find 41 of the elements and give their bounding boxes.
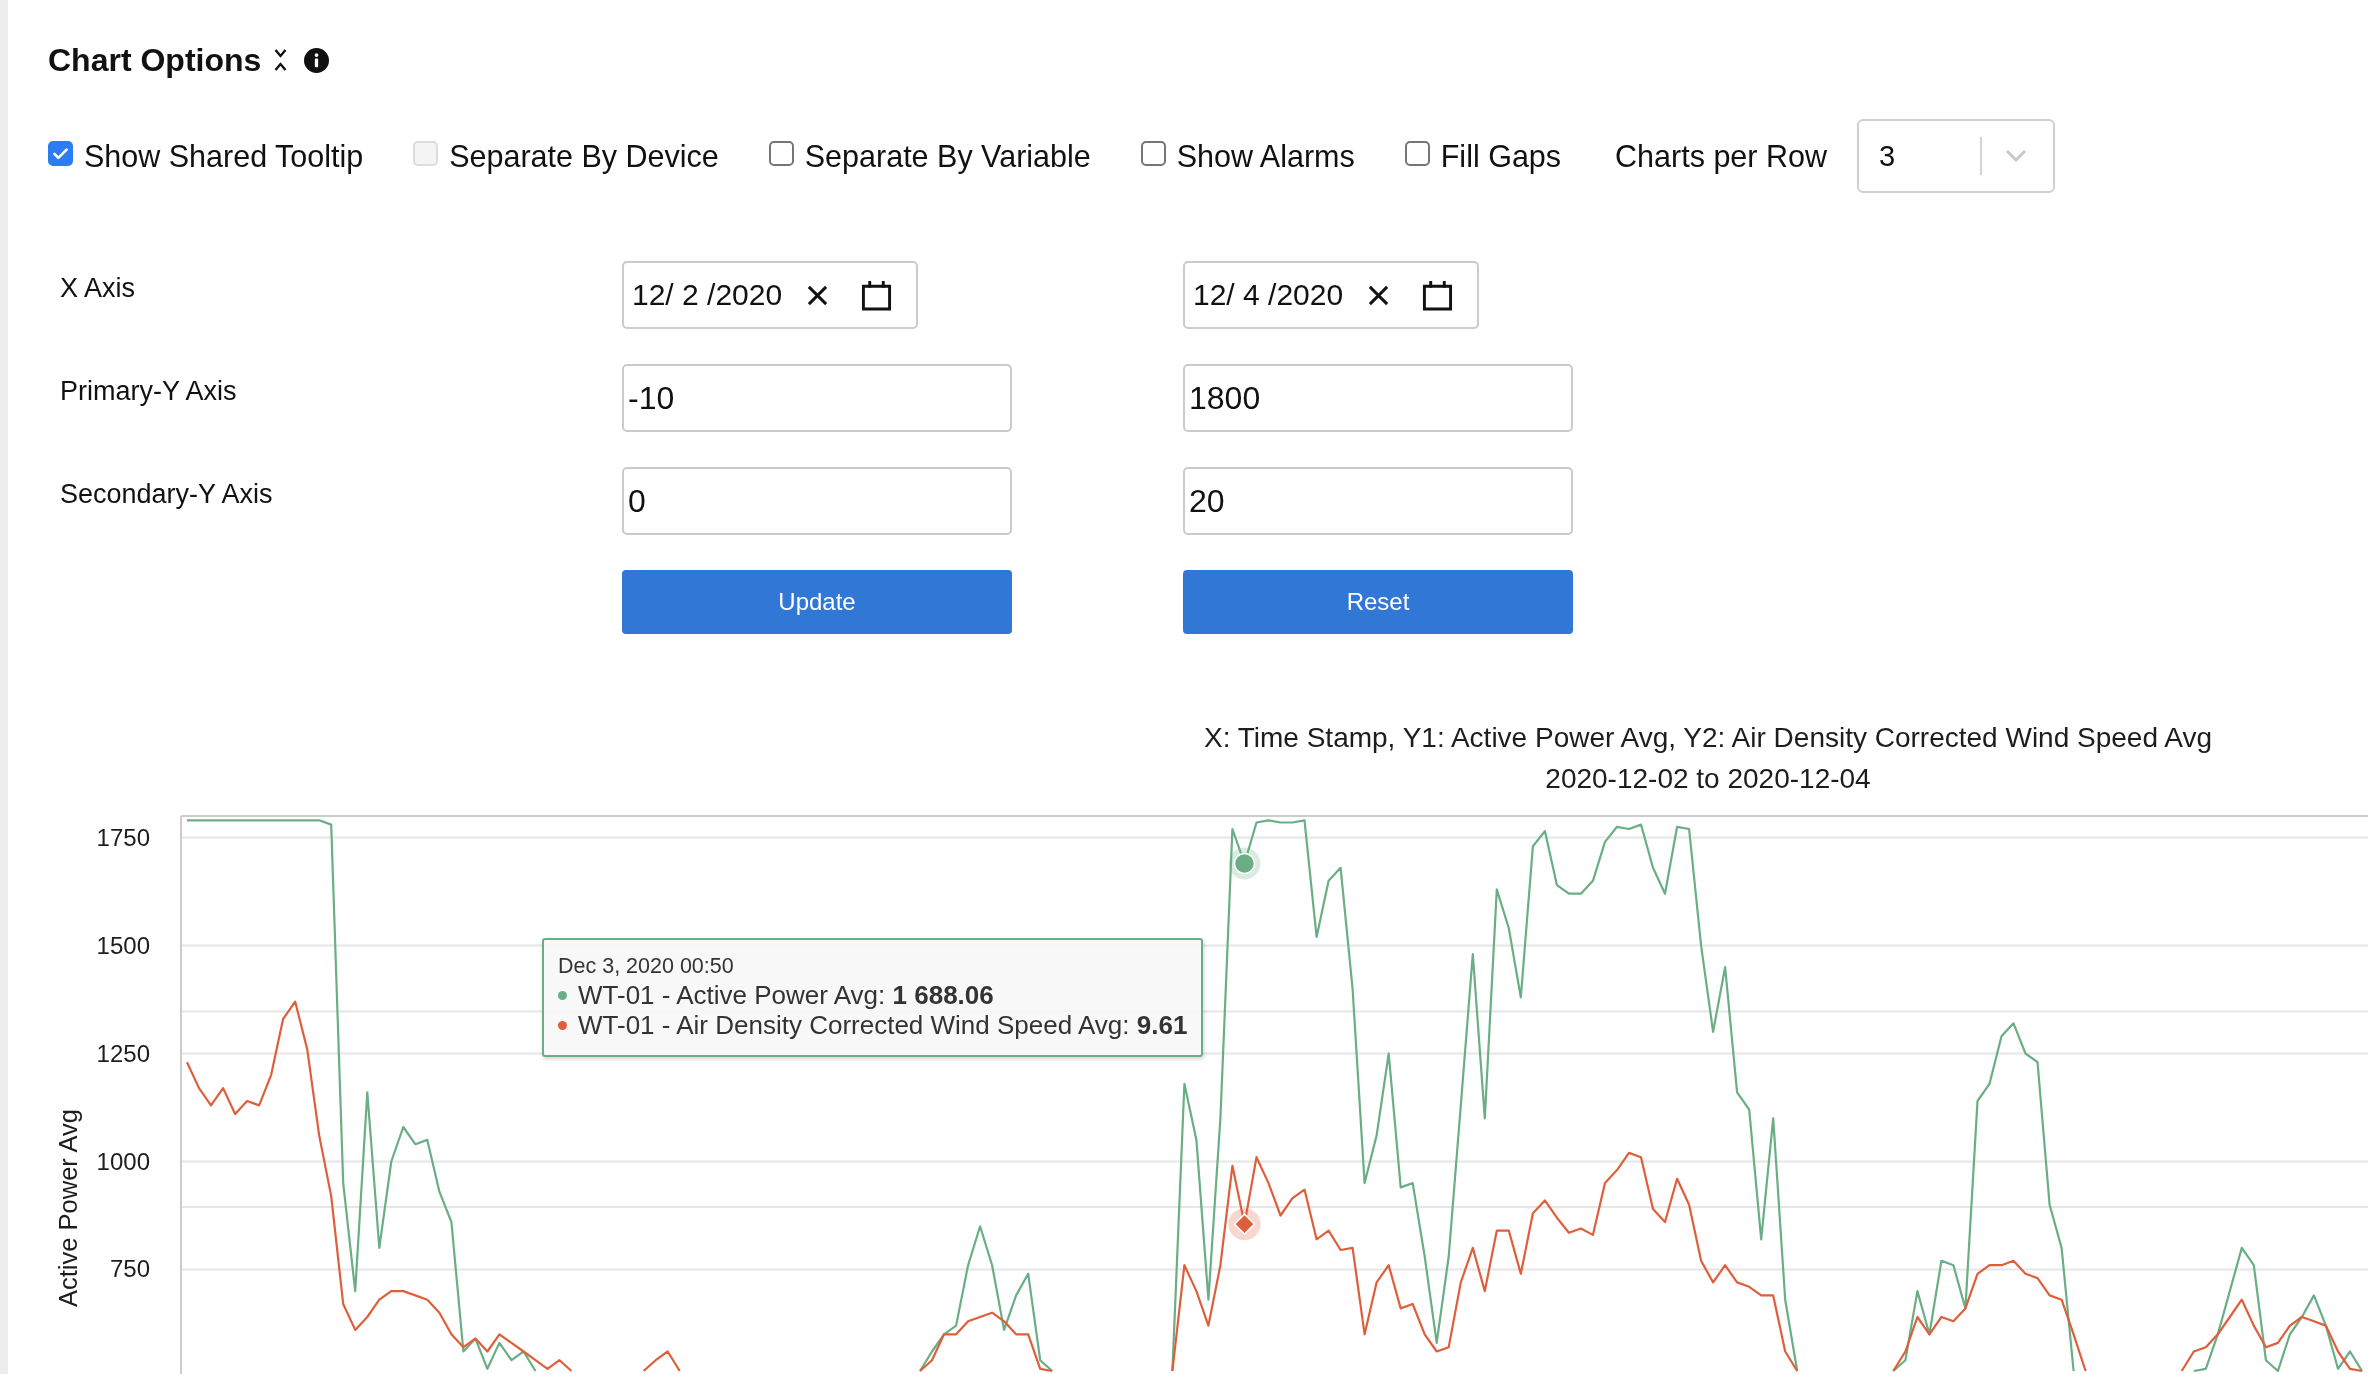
- diamond-marker-icon: [1228, 1208, 1261, 1241]
- info-icon[interactable]: [304, 47, 330, 73]
- checkbox-label[interactable]: Fill Gaps: [1440, 138, 1562, 174]
- date-field[interactable]: 12/ 2 /2020: [622, 261, 918, 329]
- chart-subtitle: 2020-12-02 to 2020-12-04: [1545, 763, 1871, 794]
- calendar-icon[interactable]: [1422, 279, 1454, 311]
- checkbox-label[interactable]: Separate By Variable: [804, 138, 1091, 174]
- axis-label: Primary-Y Axis: [60, 375, 237, 406]
- axis-tick-label: 1250: [96, 1039, 150, 1067]
- close-icon[interactable]: [1367, 283, 1391, 307]
- circle-marker-icon: [1228, 847, 1261, 880]
- collapse-chevrons-icon[interactable]: [273, 48, 289, 72]
- calendar-icon[interactable]: [861, 279, 893, 311]
- field-label: Charts per Row: [1615, 138, 1827, 174]
- checkbox-label[interactable]: Show Alarms: [1176, 138, 1355, 174]
- number-field[interactable]: 20: [1183, 467, 1573, 535]
- axis-label: X Axis: [60, 272, 136, 303]
- number-field[interactable]: -10: [622, 364, 1012, 432]
- number-field[interactable]: 0: [622, 467, 1012, 535]
- tooltip-time: Dec 3, 2020 00:50: [558, 953, 735, 980]
- date-field[interactable]: 12/ 4 /2020: [1183, 261, 1479, 329]
- axis-tick-label: 750: [109, 1255, 150, 1283]
- number-field[interactable]: 1800: [1183, 364, 1573, 432]
- checkbox[interactable]: [1404, 140, 1430, 166]
- charts-per-row-select[interactable]: 3: [1856, 119, 2055, 193]
- checkbox-label[interactable]: Show Shared Tooltip: [84, 138, 364, 174]
- axis-title: Active Power Avg: [54, 1109, 82, 1307]
- reset-button[interactable]: Reset: [1183, 570, 1573, 634]
- close-icon[interactable]: [806, 283, 830, 307]
- chart-title: X: Time Stamp, Y1: Active Power Avg, Y2: Air Density Corrected Wind Speed Avg: [1204, 722, 2212, 753]
- axis-tick-label: 1000: [96, 1147, 150, 1175]
- axis-tick-label: 1750: [96, 823, 150, 851]
- axis-tick-label: 1500: [96, 931, 150, 959]
- checkbox[interactable]: [48, 140, 73, 166]
- checkbox[interactable]: [768, 140, 794, 166]
- tooltip-row: WT-01 - Active Power Avg: 1 688.06: [578, 980, 994, 1010]
- axis-label: Secondary-Y Axis: [60, 478, 273, 509]
- tooltip-row: WT-01 - Air Density Corrected Wind Speed Avg: 9.61: [578, 1010, 1188, 1040]
- update-button[interactable]: Update: [622, 570, 1012, 634]
- checkbox[interactable]: [1140, 140, 1166, 166]
- section-title: Chart Options: [48, 41, 262, 80]
